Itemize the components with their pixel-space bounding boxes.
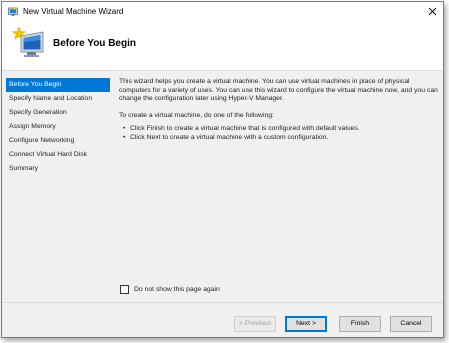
- new-vm-monitor-icon: [10, 26, 46, 60]
- option-list: Click Finish to create a virtual machine…: [119, 125, 439, 142]
- step-summary[interactable]: Summary: [6, 162, 110, 176]
- page-title: Before You Begin: [53, 38, 136, 49]
- next-button[interactable]: Next >: [285, 316, 327, 332]
- close-icon: [428, 7, 437, 18]
- footer-divider: [2, 302, 443, 303]
- option-finish: Click Finish to create a virtual machine…: [123, 125, 439, 134]
- step-specify-generation[interactable]: Specify Generation: [6, 106, 110, 120]
- previous-button[interactable]: < Previous: [234, 316, 276, 332]
- close-button[interactable]: [421, 2, 443, 22]
- wizard-header: Before You Begin: [2, 22, 443, 71]
- prompt-text: To create a virtual machine, do one of t…: [119, 111, 274, 119]
- title-bar: New Virtual Machine Wizard: [2, 2, 443, 22]
- step-specify-name-and-location[interactable]: Specify Name and Location: [6, 92, 110, 106]
- step-assign-memory[interactable]: Assign Memory: [6, 120, 110, 134]
- wizard-content: This wizard helps you create a virtual m…: [119, 78, 439, 142]
- dont-show-again-label[interactable]: Do not show this page again: [134, 286, 220, 293]
- hyper-v-wizard-icon: [8, 6, 19, 17]
- dont-show-again-row[interactable]: Do not show this page again: [120, 285, 220, 294]
- option-next: Click Next to create a virtual machine w…: [123, 134, 439, 143]
- intro-text: This wizard helps you create a virtual m…: [119, 78, 438, 102]
- step-configure-networking[interactable]: Configure Networking: [6, 134, 110, 148]
- finish-button[interactable]: Finish: [339, 316, 381, 332]
- dont-show-again-checkbox[interactable]: [120, 285, 129, 294]
- window-title: New Virtual Machine Wizard: [23, 7, 124, 16]
- wizard-steps: Before You Begin Specify Name and Locati…: [6, 78, 110, 176]
- cancel-button[interactable]: Cancel: [390, 316, 432, 332]
- wizard-window: New Virtual Machine Wizard Before You Be…: [1, 1, 444, 338]
- step-connect-virtual-hard-disk[interactable]: Connect Virtual Hard Disk: [6, 148, 110, 162]
- step-before-you-begin[interactable]: Before You Begin: [6, 78, 110, 92]
